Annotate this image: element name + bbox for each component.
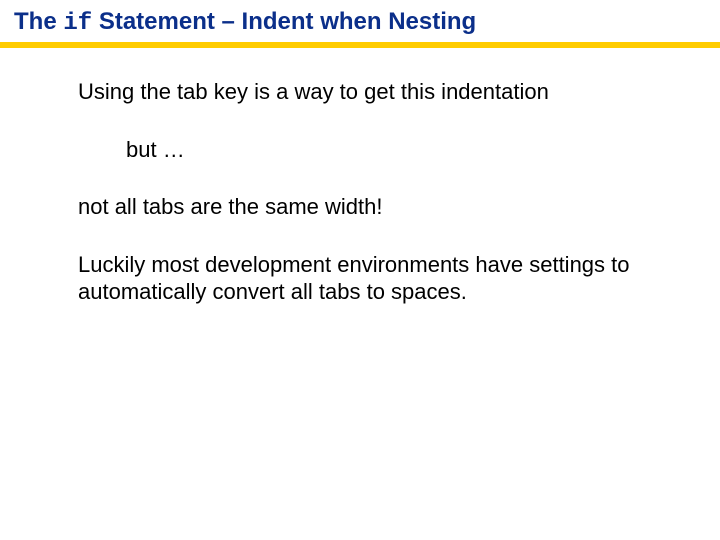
slide: The if Statement – Indent when Nesting U… — [0, 0, 720, 540]
title-pre: The — [14, 8, 63, 35]
title-code: if — [63, 10, 92, 37]
body-paragraph-2: but … — [126, 136, 660, 164]
body-paragraph-3: not all tabs are the same width! — [78, 193, 660, 221]
body-paragraph-1: Using the tab key is a way to get this i… — [78, 78, 660, 106]
title-post: Statement – Indent when Nesting — [92, 8, 476, 35]
slide-body: Using the tab key is a way to get this i… — [78, 78, 660, 336]
slide-title: The if Statement – Indent when Nesting — [14, 8, 706, 39]
body-paragraph-4: Luckily most development environments ha… — [78, 251, 660, 306]
title-underline — [0, 42, 720, 48]
